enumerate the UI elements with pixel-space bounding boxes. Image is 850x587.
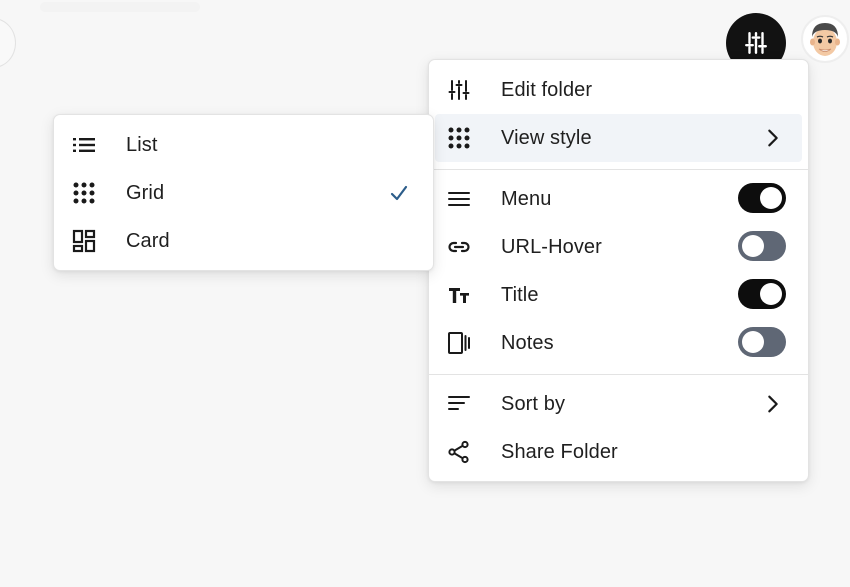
- sliders-icon: [447, 78, 471, 102]
- menu-item-label: Title: [501, 283, 539, 306]
- folder-options-menu: Edit folder View style Menu URL-Hover Ti…: [428, 59, 809, 482]
- title-toggle[interactable]: [738, 279, 786, 309]
- url-hover-toggle[interactable]: [738, 231, 786, 261]
- notes-toggle[interactable]: [738, 327, 786, 357]
- avatar-face-icon: [810, 23, 840, 56]
- background-placeholder-bar: [40, 2, 200, 12]
- chevron-right-icon: [768, 129, 778, 147]
- link-icon: [447, 235, 471, 259]
- grid-dots-icon: [72, 181, 96, 205]
- menu-item-label: Share Folder: [501, 440, 618, 463]
- chevron-right-icon: [768, 395, 778, 413]
- menu-item-view-style[interactable]: View style: [435, 114, 802, 162]
- menu-item-edit-folder[interactable]: Edit folder: [435, 66, 802, 114]
- grid-dots-icon: [447, 126, 471, 150]
- hamburger-icon: [447, 187, 471, 211]
- submenu-item-list[interactable]: List: [60, 121, 427, 169]
- submenu-item-label: List: [126, 133, 158, 156]
- submenu-item-card[interactable]: Card: [60, 217, 427, 265]
- menu-item-menu[interactable]: Menu: [435, 175, 802, 223]
- share-icon: [447, 440, 471, 464]
- menu-divider: [429, 169, 808, 170]
- menu-item-share-folder[interactable]: Share Folder: [435, 428, 802, 476]
- background-placeholder-circle: [0, 18, 16, 68]
- checkmark-icon: [390, 185, 408, 201]
- submenu-item-label: Card: [126, 229, 170, 252]
- menu-divider: [429, 374, 808, 375]
- toggle-knob: [742, 235, 764, 257]
- menu-item-label: URL-Hover: [501, 235, 602, 258]
- sliders-icon: [745, 32, 767, 54]
- submenu-item-grid[interactable]: Grid: [60, 169, 427, 217]
- menu-item-url-hover[interactable]: URL-Hover: [435, 223, 802, 271]
- sort-lines-icon: [447, 392, 471, 416]
- menu-item-label: Edit folder: [501, 78, 593, 101]
- menu-toggle[interactable]: [738, 183, 786, 213]
- menu-item-label: View style: [501, 126, 592, 149]
- toggle-knob: [760, 283, 782, 305]
- toggle-knob: [742, 331, 764, 353]
- menu-item-label: Menu: [501, 187, 552, 210]
- submenu-item-label: Grid: [126, 181, 165, 204]
- user-avatar[interactable]: [801, 15, 849, 63]
- menu-item-label: Sort by: [501, 392, 566, 415]
- notes-panel-icon: [447, 331, 471, 355]
- menu-item-notes[interactable]: Notes: [435, 319, 802, 367]
- toggle-knob: [760, 187, 782, 209]
- view-style-submenu: List Grid Card: [53, 114, 434, 271]
- text-size-icon: [447, 283, 471, 307]
- card-layout-icon: [72, 229, 96, 253]
- list-icon: [72, 133, 96, 157]
- menu-item-sort-by[interactable]: Sort by: [435, 380, 802, 428]
- menu-item-label: Notes: [501, 331, 554, 354]
- menu-item-title[interactable]: Title: [435, 271, 802, 319]
